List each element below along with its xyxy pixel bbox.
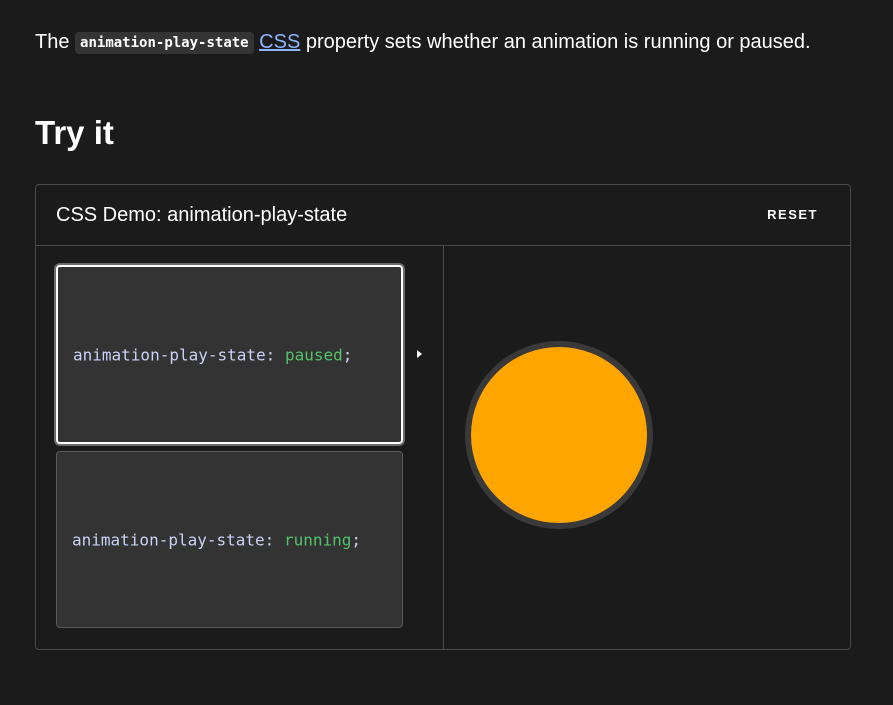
choice-code: animation-play-state: paused; bbox=[73, 345, 352, 364]
choice-running[interactable]: animation-play-state: running; bbox=[56, 451, 403, 628]
css-link[interactable]: CSS bbox=[259, 31, 300, 53]
intro-prefix: The bbox=[35, 31, 70, 53]
property-code: animation-play-state bbox=[75, 32, 254, 54]
css-demo-panel: CSS Demo: animation-play-state RESET ani… bbox=[35, 184, 851, 650]
demo-header: CSS Demo: animation-play-state RESET bbox=[36, 185, 850, 246]
code-colon: : bbox=[265, 345, 276, 364]
editor-choices: animation-play-state: paused; animation-… bbox=[36, 246, 444, 650]
code-colon: : bbox=[264, 530, 275, 549]
reset-button[interactable]: RESET bbox=[763, 203, 822, 226]
intro-paragraph: The animation-play-state CSS property se… bbox=[35, 25, 835, 61]
play-icon bbox=[417, 350, 422, 358]
choice-code: animation-play-state: running; bbox=[72, 530, 361, 549]
intro-suffix: property sets whether an animation is ru… bbox=[305, 31, 811, 53]
code-property: animation-play-state bbox=[72, 530, 265, 549]
demo-title: CSS Demo: animation-play-state bbox=[56, 204, 348, 226]
code-semicolon: ; bbox=[351, 530, 362, 549]
code-value: running bbox=[283, 530, 352, 549]
code-value: paused bbox=[284, 345, 343, 364]
animated-ball bbox=[465, 341, 653, 529]
demo-output bbox=[444, 246, 850, 650]
code-semicolon: ; bbox=[342, 345, 353, 364]
choice-paused[interactable]: animation-play-state: paused; bbox=[56, 265, 403, 444]
try-it-heading: Try it bbox=[35, 114, 114, 151]
code-property: animation-play-state bbox=[73, 345, 266, 364]
